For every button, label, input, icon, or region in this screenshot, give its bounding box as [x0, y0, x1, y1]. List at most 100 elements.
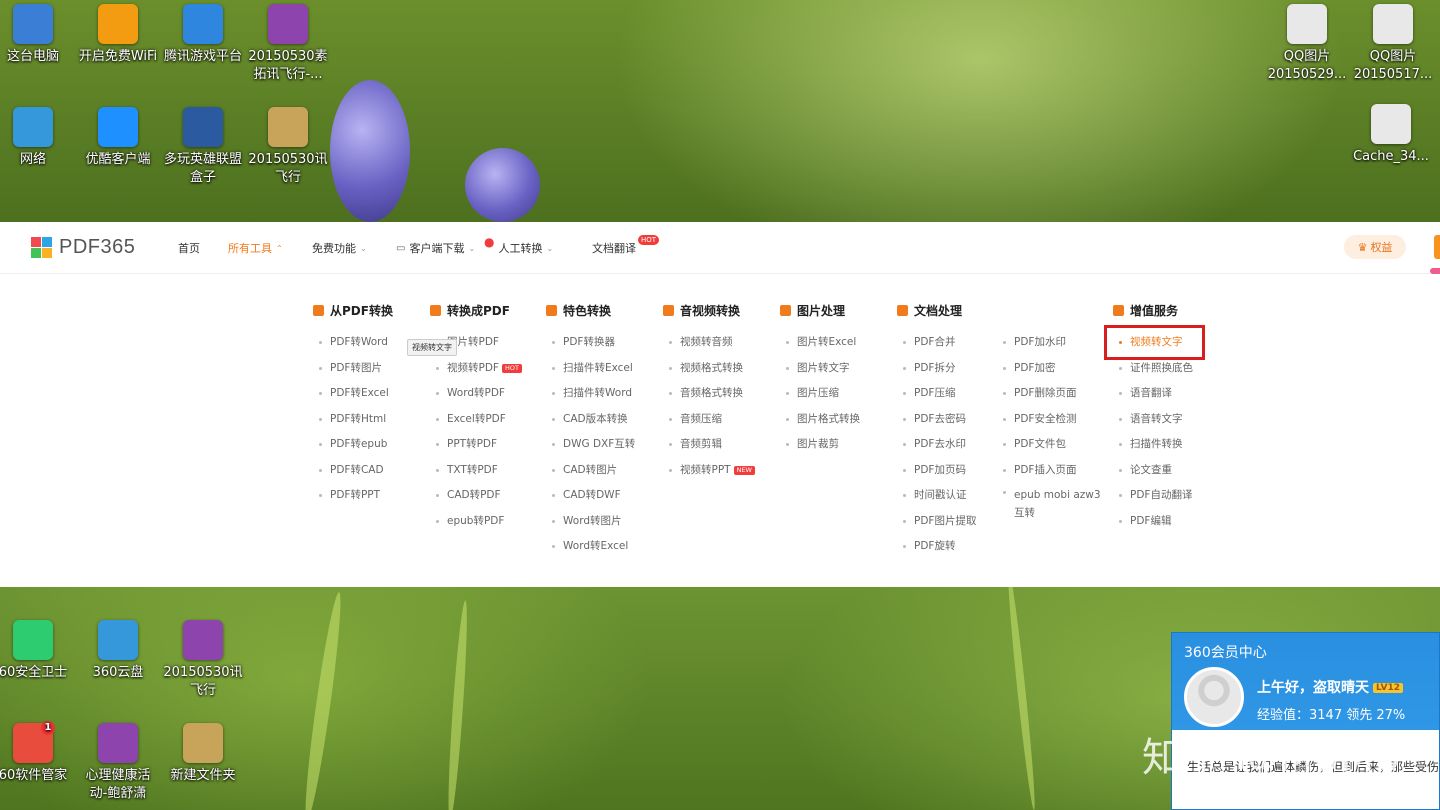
tool-link[interactable]: 扫描件转Word: [551, 387, 635, 413]
tool-link[interactable]: Excel转PDF: [436, 413, 522, 439]
desktop-icon[interactable]: 腾讯游戏平台: [162, 4, 244, 66]
tool-link[interactable]: PDF转Excel: [319, 387, 393, 413]
tool-link[interactable]: PDF文件包: [1003, 438, 1104, 464]
tool-link[interactable]: PDF转Word: [319, 336, 393, 362]
desktop-icon[interactable]: QQ图片20150529...: [1266, 4, 1348, 84]
tool-link[interactable]: 音频格式转换: [669, 387, 755, 413]
tool-link[interactable]: 视频转音频: [669, 336, 755, 362]
tool-link[interactable]: PDF拆分: [902, 362, 976, 388]
tool-link[interactable]: CAD转DWF: [551, 489, 635, 515]
desktop-icon[interactable]: 新建文件夹: [162, 723, 244, 785]
tool-link[interactable]: 音频剪辑: [669, 438, 755, 464]
nav-client-download[interactable]: ▭ 客户端下载 ⌄: [396, 240, 475, 256]
tool-link[interactable]: CAD版本转换: [551, 413, 635, 439]
tool-link[interactable]: PDF安全检测: [1003, 413, 1104, 439]
desktop-icon[interactable]: 20150530讯飞行: [162, 620, 244, 700]
tool-link[interactable]: PDF去密码: [902, 413, 976, 439]
nav-doc-translate[interactable]: 文档翻译 HOT: [592, 235, 660, 256]
tool-link[interactable]: PDF合并: [902, 336, 976, 362]
tool-link[interactable]: 语音转文字: [1119, 413, 1193, 439]
desktop-icon[interactable]: Cache_34...: [1350, 104, 1432, 166]
tool-link[interactable]: 图片转Excel: [786, 336, 860, 362]
desktop-icon[interactable]: 多玩英雄联盟盒子: [162, 107, 244, 187]
tool-link[interactable]: PDF图片提取: [902, 515, 976, 541]
desktop-icon[interactable]: 网络: [0, 107, 74, 169]
side-tab-pink[interactable]: [1430, 268, 1440, 274]
tool-link[interactable]: PDF编辑: [1119, 515, 1193, 541]
tool-link[interactable]: PDF转CAD: [319, 464, 393, 490]
desktop-icon[interactable]: 开启免费WiFi: [77, 4, 159, 66]
tool-link[interactable]: PDF转epub: [319, 438, 393, 464]
nav-all-tools[interactable]: 所有工具 ⌃: [228, 240, 283, 256]
tool-link[interactable]: Word转PDF: [436, 387, 522, 413]
tool-link[interactable]: 视频格式转换: [669, 362, 755, 388]
nav-home[interactable]: 首页: [178, 240, 200, 256]
tool-link[interactable]: DWG DXF互转: [551, 438, 636, 464]
tool-link[interactable]: 论文查重: [1119, 464, 1193, 490]
desktop-icon[interactable]: 360云盘: [77, 620, 159, 682]
pdf365-logo-icon: [31, 237, 52, 258]
tool-link[interactable]: PDF转PPT: [319, 489, 393, 515]
tool-link[interactable]: PDF压缩: [902, 387, 976, 413]
pdf365-logo[interactable]: PDF365: [31, 236, 135, 259]
tool-link[interactable]: PDF转换器: [551, 336, 635, 362]
desktop-icon[interactable]: 心理健康活动-鲍舒潇: [77, 723, 159, 803]
tool-link-label: 音频格式转换: [680, 387, 743, 399]
tool-link[interactable]: TXT转PDF: [436, 464, 522, 490]
avatar[interactable]: [1184, 667, 1244, 727]
tool-column: 从PDF转换 PDF转Word PDF转图片 PDF转Excel PDF转Html PDF…: [313, 302, 393, 515]
tool-link[interactable]: 扫描件转Excel: [551, 362, 635, 388]
tool-link[interactable]: 图片转文字: [786, 362, 860, 388]
member-title: 360会员中心: [1184, 645, 1267, 661]
tool-link[interactable]: epub mobi azw3互转: [1003, 486, 1104, 529]
tool-link-label: DWG DXF互转: [563, 438, 636, 450]
nav-manual-convert[interactable]: ● 人工转换 ⌄: [484, 235, 554, 256]
notification-badge: 1: [41, 721, 55, 735]
tool-link-label: CAD转图片: [563, 463, 618, 476]
tool-link[interactable]: 视频转PPT NEW: [669, 464, 755, 490]
folder-icon: [183, 723, 223, 763]
tool-link[interactable]: PDF加页码: [902, 464, 976, 490]
archive-icon: [268, 4, 308, 44]
desktop-icon[interactable]: QQ图片20150517...: [1352, 4, 1434, 84]
tool-link-label: CAD转PDF: [447, 489, 501, 501]
tool-link[interactable]: 图片格式转换: [786, 413, 860, 439]
tool-link[interactable]: PPT转PDF: [436, 438, 522, 464]
tool-link[interactable]: CAD转PDF: [436, 489, 522, 515]
desktop-icon[interactable]: 1 60软件管家: [0, 721, 74, 785]
tool-link[interactable]: 图片转PDF: [436, 336, 522, 362]
tool-link[interactable]: 视频转PDF HOT: [436, 362, 522, 388]
tool-link[interactable]: epub转PDF: [436, 515, 522, 541]
desktop-icon[interactable]: 20150530素拓讯飞行-...: [247, 4, 329, 84]
desktop-icon-label: 网络: [19, 152, 46, 167]
member-center-popup[interactable]: 360会员中心 上午好，盗取晴天 LV12 经验值：3147 领先 27% 生活总…: [1171, 632, 1440, 810]
tool-link[interactable]: PDF加密: [1003, 362, 1104, 388]
tool-link[interactable]: 语音翻译: [1119, 387, 1193, 413]
tool-link[interactable]: CAD转图片: [551, 463, 635, 490]
desktop-icon[interactable]: 这台电脑: [0, 4, 74, 66]
archive-icon: [98, 723, 138, 763]
desktop-icon[interactable]: 20150530讯飞行: [247, 107, 329, 187]
tool-link[interactable]: PDF转Html: [319, 413, 393, 439]
nav-free[interactable]: 免费功能 ⌄: [312, 240, 367, 256]
tool-link[interactable]: PDF加水印: [1003, 336, 1104, 362]
tool-link[interactable]: 图片裁剪: [786, 438, 860, 464]
tool-link[interactable]: 图片压缩: [786, 387, 860, 413]
equity-button[interactable]: ♛ 权益: [1344, 235, 1406, 259]
tool-link[interactable]: 音频压缩: [669, 413, 755, 439]
tool-link[interactable]: 扫描件转换: [1119, 438, 1193, 464]
tool-link[interactable]: Word转图片: [551, 515, 635, 541]
tool-link[interactable]: 证件照换底色: [1119, 362, 1193, 388]
chevron-down-icon: ⌄: [546, 243, 554, 253]
tool-link[interactable]: Word转Excel: [551, 540, 635, 566]
desktop-icon[interactable]: 优酷客户端: [77, 107, 159, 169]
side-tab[interactable]: [1434, 235, 1440, 259]
tool-link[interactable]: PDF删除页面: [1003, 387, 1104, 413]
tool-link[interactable]: 时间戳认证: [902, 489, 976, 515]
tool-link[interactable]: PDF去水印: [902, 438, 976, 464]
highlight-box: [1104, 325, 1205, 360]
desktop-icon[interactable]: 60安全卫士: [0, 620, 74, 682]
tool-link[interactable]: PDF自动翻译: [1119, 489, 1193, 515]
tool-link[interactable]: PDF转图片: [319, 362, 393, 388]
tool-link[interactable]: PDF旋转: [902, 540, 976, 566]
